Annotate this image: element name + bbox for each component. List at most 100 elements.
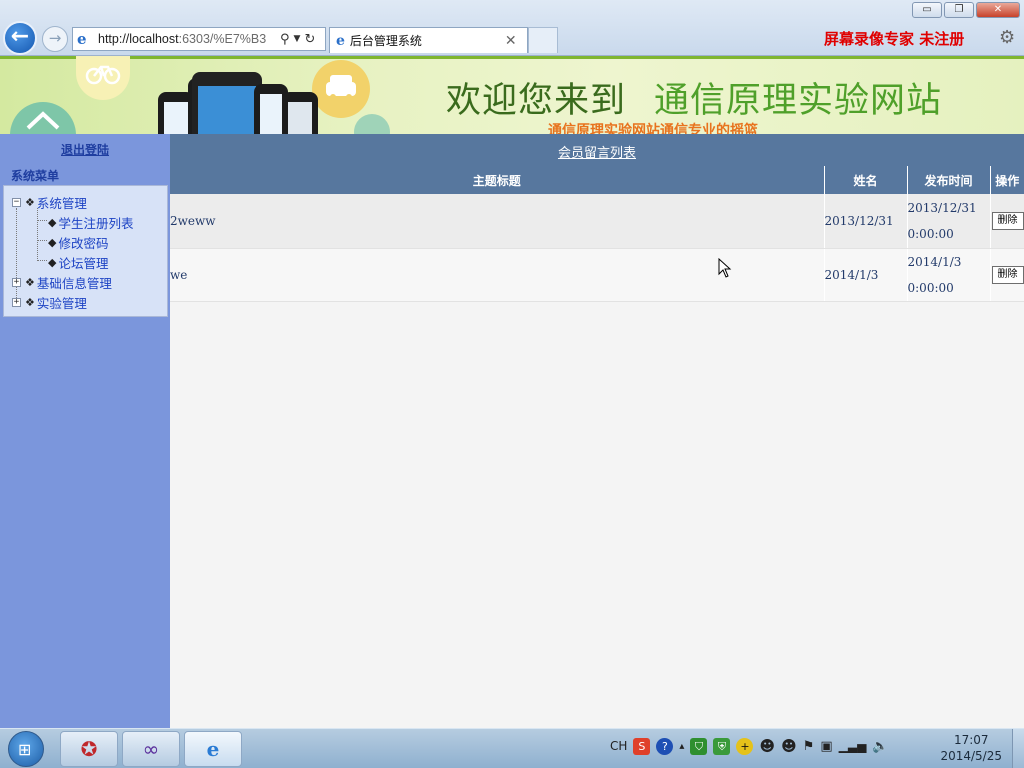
car-icon	[312, 60, 370, 118]
url-host: http://localhost	[98, 32, 179, 46]
expand-icon[interactable]: +	[12, 278, 21, 287]
cell-time: 2013/12/31 0:00:00	[906, 194, 990, 249]
home-icon	[10, 102, 76, 134]
recorder-watermark: 屏幕录像专家 未注册	[824, 30, 965, 48]
volume-icon[interactable]: 🔈	[872, 739, 888, 754]
recorder-app-icon: ✪	[80, 737, 98, 761]
list-title[interactable]: 会员留言列表	[170, 142, 1024, 161]
taskbar-app-ie[interactable]: e	[184, 731, 242, 767]
diamond-icon: ◆	[48, 236, 57, 249]
tree-label[interactable]: 实验管理	[37, 293, 87, 312]
tree-label[interactable]: 系统管理	[37, 193, 87, 212]
smartphones-illustration	[158, 72, 318, 134]
delete-button[interactable]: 删除	[991, 265, 1024, 284]
tree-line	[37, 220, 47, 221]
taskbar: ⊞ ✪ ∞ e CH S ? ▴ ⛉ ⛨ + ☻ ☻ ⚑ ▣ ▁▃▅ 🔈 17:…	[0, 728, 1024, 768]
banner-subtitle: 通信原理实验网站通信专业的摇篮	[548, 123, 758, 134]
banner-title-welcome: 欢迎您来到	[446, 81, 627, 121]
search-icon[interactable]: ⚲	[280, 32, 290, 47]
column-header-name: 姓名	[823, 166, 907, 194]
tree-node-basic-info[interactable]: + ❖ 基础信息管理	[12, 273, 112, 292]
back-button[interactable]: ←	[3, 21, 37, 55]
tree-label[interactable]: 论坛管理	[58, 253, 108, 272]
qq-icon[interactable]: ☻	[759, 737, 775, 755]
cell-time-clock: 0:00:00	[907, 280, 954, 295]
device-icon[interactable]: ▣	[820, 739, 832, 754]
tree-item-student-list[interactable]: ◆ 学生注册列表	[48, 213, 133, 232]
message-table: 主题标题 姓名 发布时间 操作 2weww 2013/12/31 2013/12…	[170, 166, 1024, 302]
help-icon[interactable]: ?	[656, 737, 674, 755]
collapse-icon[interactable]: −	[12, 198, 21, 207]
tree-item-forum[interactable]: ◆ 论坛管理	[48, 253, 108, 272]
cell-action: 删除	[989, 248, 1024, 302]
main-content: 会员留言列表 主题标题 姓名 发布时间 操作 2weww 2013/12/31 …	[170, 134, 1024, 728]
diamond-icon: ❖	[25, 296, 35, 309]
cell-title: 2weww	[170, 194, 824, 249]
tree-label[interactable]: 修改密码	[58, 233, 108, 252]
cell-time-clock: 0:00:00	[907, 226, 954, 241]
url-text[interactable]: http://localhost:6303/%E7%B3	[98, 32, 276, 46]
clock[interactable]: 17:07 2014/5/25	[940, 732, 1002, 764]
tree-node-experiments[interactable]: + ❖ 实验管理	[12, 293, 87, 312]
logout-link[interactable]: 退出登陆	[0, 141, 170, 158]
gear-icon[interactable]: ⚙	[999, 27, 1015, 48]
browser-tab[interactable]: e 后台管理系统 ✕	[329, 27, 528, 53]
dropdown-icon[interactable]: ▼	[294, 34, 301, 44]
plus-icon[interactable]: +	[736, 737, 754, 755]
tray-expand-icon[interactable]: ▴	[679, 741, 684, 752]
clock-date: 2014/5/25	[940, 749, 1002, 763]
network-icon[interactable]: ▁▃▅	[839, 739, 867, 753]
close-window-button[interactable]: ✕	[976, 2, 1020, 18]
security-shield-icon[interactable]: ⛨	[713, 737, 731, 755]
address-bar[interactable]: e http://localhost:6303/%E7%B3 ⚲ ▼ ↻	[72, 27, 326, 51]
tree-label[interactable]: 学生注册列表	[58, 213, 133, 232]
back-arrow-icon: ←	[10, 24, 30, 49]
sogou-input-icon[interactable]: S	[633, 737, 651, 755]
banner-title: 欢迎您来到 通信原理实验网站	[446, 72, 942, 123]
minimize-button[interactable]: ▭	[912, 2, 942, 18]
tab-title: 后台管理系统	[349, 34, 422, 48]
cell-name: 2013/12/31	[823, 194, 907, 249]
mouse-cursor-icon	[718, 258, 732, 278]
taskbar-app-recorder[interactable]: ✪	[60, 731, 118, 767]
tree-line	[37, 260, 47, 261]
sidebar: 退出登陆 系统菜单 − ❖ 系统管理 ◆ 学生注册列表 ◆ 修改密码 ◆ 论坛管…	[0, 134, 170, 728]
cell-time-date: 2014/1/3	[907, 254, 962, 269]
expand-icon[interactable]: +	[12, 298, 21, 307]
table-header-row: 主题标题 姓名 发布时间 操作	[170, 166, 1024, 194]
forward-button[interactable]: →	[42, 26, 68, 52]
menu-title: 系统菜单	[11, 169, 60, 183]
tree-line	[37, 240, 47, 241]
delete-button[interactable]: 删除	[991, 211, 1024, 230]
cell-name: 2014/1/3	[823, 248, 907, 302]
show-desktop-button[interactable]	[1012, 729, 1024, 768]
tree-node-system[interactable]: − ❖ 系统管理	[12, 193, 87, 212]
bicycle-icon	[76, 56, 130, 100]
diamond-icon: ❖	[25, 276, 35, 289]
tree-line	[37, 208, 38, 261]
start-button[interactable]: ⊞	[8, 731, 44, 767]
flag-icon[interactable]: ⚑	[803, 739, 815, 754]
ie-tab-icon: e	[336, 32, 345, 49]
tree-label[interactable]: 基础信息管理	[37, 273, 112, 292]
refresh-icon[interactable]: ↻	[304, 32, 315, 47]
column-header-time: 发布时间	[906, 166, 990, 194]
windows-logo-icon: ⊞	[18, 740, 32, 759]
banner-top-strip	[0, 56, 1024, 59]
tab-close-icon[interactable]: ✕	[505, 33, 517, 49]
window-controls: ▭ ❐ ✕	[912, 2, 1020, 18]
tree-item-change-password[interactable]: ◆ 修改密码	[48, 233, 108, 252]
maximize-button[interactable]: ❐	[944, 2, 974, 18]
shield-icon[interactable]: ⛉	[690, 737, 708, 755]
taskbar-app-visual-studio[interactable]: ∞	[122, 731, 180, 767]
language-indicator[interactable]: CH	[610, 739, 627, 753]
menu-tree: − ❖ 系统管理 ◆ 学生注册列表 ◆ 修改密码 ◆ 论坛管理 + ❖ 基础信息…	[3, 185, 168, 317]
new-tab-button[interactable]	[528, 27, 558, 53]
site-banner: 欢迎您来到 通信原理实验网站 通信原理实验网站通信专业的摇篮	[0, 56, 1024, 134]
table-row: we 2014/1/3 2014/1/3 0:00:00 删除	[170, 248, 1024, 302]
qq-icon-2[interactable]: ☻	[781, 737, 797, 755]
clock-time: 17:07	[953, 733, 989, 747]
diamond-icon: ◆	[48, 256, 57, 269]
browser-chrome: ▭ ❐ ✕ ← → e http://localhost:6303/%E7%B3…	[0, 0, 1024, 56]
cell-action: 删除	[989, 194, 1024, 249]
